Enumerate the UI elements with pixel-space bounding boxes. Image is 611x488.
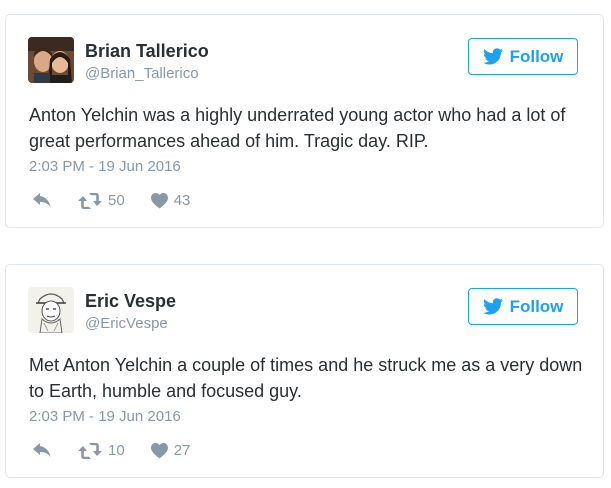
tweet-text: Anton Yelchin was a highly underrated yo… xyxy=(29,105,566,151)
like-count: 27 xyxy=(173,442,191,459)
tweet-card: Eric Vespe @EricVespe Follow Met Anton Y… xyxy=(5,264,604,478)
retweet-icon xyxy=(78,192,102,209)
twitter-bird-icon xyxy=(482,48,503,65)
twitter-bird-icon xyxy=(482,298,503,315)
follow-label: Follow xyxy=(509,296,564,316)
heart-icon xyxy=(150,192,168,208)
retweet-icon xyxy=(78,442,102,459)
heart-icon xyxy=(150,442,168,458)
reply-icon xyxy=(33,442,51,457)
retweet-button[interactable]: 10 xyxy=(78,442,125,459)
avatar[interactable] xyxy=(28,37,74,83)
reply-icon xyxy=(33,192,51,207)
like-button[interactable]: 27 xyxy=(150,442,191,459)
retweet-button[interactable]: 50 xyxy=(78,192,125,209)
tweet-text: Met Anton Yelchin a couple of times and … xyxy=(29,355,583,401)
tweet-actions: 50 43 xyxy=(32,192,190,209)
tweet-timestamp[interactable]: 2:03 PM - 19 Jun 2016 xyxy=(29,408,181,425)
like-button[interactable]: 43 xyxy=(150,192,191,209)
avatar[interactable] xyxy=(28,287,74,333)
reply-button[interactable] xyxy=(32,442,52,459)
user-name[interactable]: Brian Tallerico xyxy=(85,41,209,62)
tweet-card: Brian Tallerico @Brian_Tallerico Follow … xyxy=(5,14,604,228)
tweet-timestamp[interactable]: 2:03 PM - 19 Jun 2016 xyxy=(29,158,181,175)
retweet-count: 50 xyxy=(108,192,125,209)
follow-button[interactable]: Follow xyxy=(468,288,578,325)
user-handle[interactable]: @EricVespe xyxy=(85,315,168,332)
tweet-actions: 10 27 xyxy=(32,442,190,459)
user-name[interactable]: Eric Vespe xyxy=(85,291,176,312)
user-handle[interactable]: @Brian_Tallerico xyxy=(85,65,199,82)
like-count: 43 xyxy=(173,192,191,209)
follow-label: Follow xyxy=(509,46,564,66)
reply-button[interactable] xyxy=(32,192,52,209)
retweet-count: 10 xyxy=(108,442,125,459)
follow-button[interactable]: Follow xyxy=(468,38,578,75)
